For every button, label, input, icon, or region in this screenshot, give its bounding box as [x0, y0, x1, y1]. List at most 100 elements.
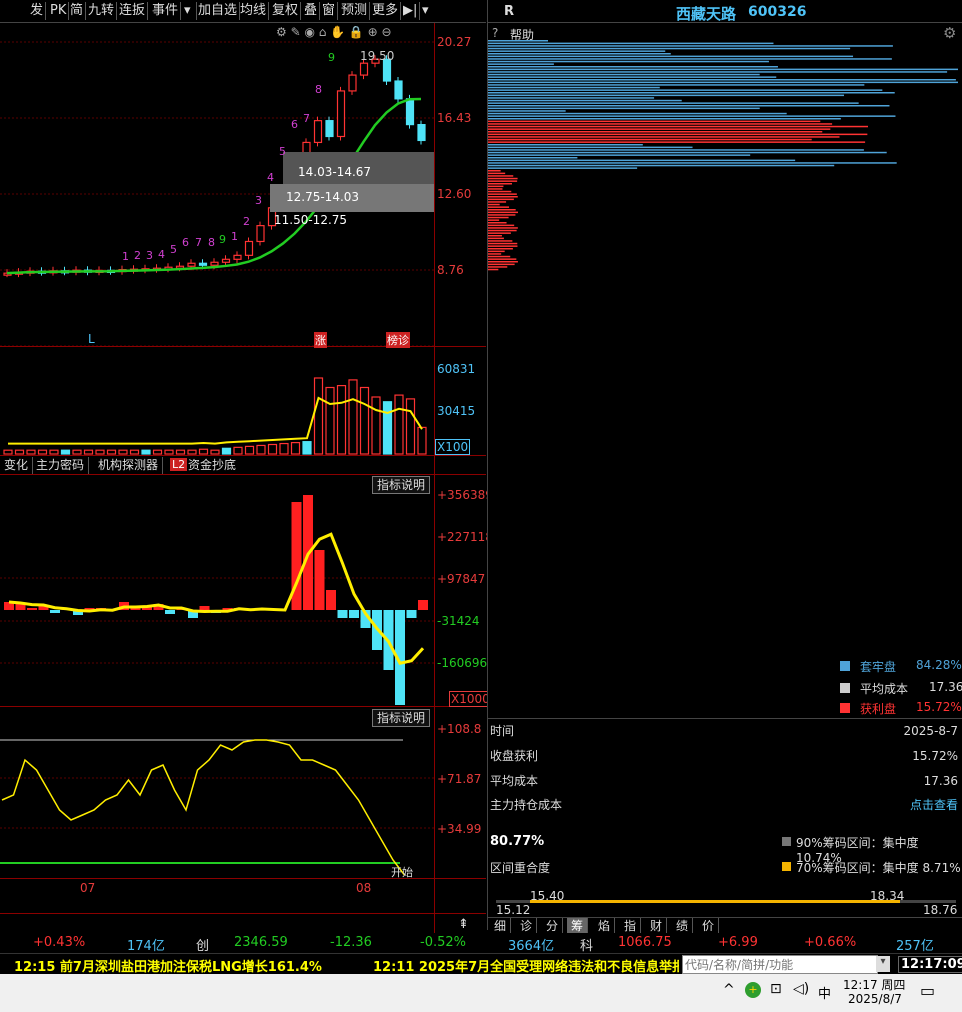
tab-ji[interactable]: 绩	[672, 918, 694, 934]
chip-bar	[488, 92, 895, 94]
tool-shijian[interactable]: 事件	[150, 2, 182, 20]
panel-separator	[0, 474, 486, 475]
main-y-label: 12.60	[437, 187, 472, 201]
volume-icon[interactable]: ◁)	[793, 981, 809, 997]
chip-bar	[488, 258, 517, 260]
volume-bar	[83, 449, 94, 455]
tool-ma[interactable]: 均线	[238, 2, 270, 20]
legend-value: 15.72%	[916, 700, 962, 714]
seq-label: 3	[146, 249, 153, 262]
stock-code: 600326	[748, 4, 807, 20]
chart-tool-icons[interactable]: ⚙ ✎ ◉ ⌂ ✋ 🔒 ⊕ ⊖	[276, 25, 392, 39]
notification-icon[interactable]: ▭	[920, 981, 935, 1000]
explain-button[interactable]: 指标说明	[372, 709, 431, 727]
view-main-cost-link[interactable]: 点击查看	[910, 795, 958, 815]
expand-icon[interactable]: ▶|	[401, 2, 421, 20]
search-input[interactable]	[682, 955, 878, 974]
chip-bar	[488, 97, 655, 99]
tab-bianhua[interactable]: 变化	[0, 457, 34, 474]
chip-bar	[488, 159, 796, 162]
tool-jian[interactable]: 简	[68, 2, 87, 20]
chip-bar	[488, 86, 660, 89]
seq-label: 3	[255, 194, 262, 207]
tab-zhi[interactable]: 指	[620, 918, 642, 934]
chip-bar	[488, 133, 868, 136]
tool-overlay[interactable]: 叠	[302, 2, 321, 20]
marker-bangzhen[interactable]: 榜诊	[386, 332, 410, 348]
news-item[interactable]: 12:11 2025年7月全国受理网络违法和不良信息举报1	[373, 956, 679, 975]
x-label: 07	[80, 881, 96, 895]
candle	[244, 240, 254, 256]
fund-bar	[406, 610, 417, 618]
chip-bar	[488, 149, 864, 151]
app-tray-icon[interactable]: +	[745, 982, 761, 998]
tool-forecast[interactable]: 预测	[339, 2, 371, 20]
fund-bar	[326, 590, 336, 610]
chevron-down-icon[interactable]: ▾	[182, 2, 197, 20]
tab-xi[interactable]: 细	[490, 918, 512, 934]
windows-taskbar: ^ + ⊡ ◁) 中 12:17 周四 2025/8/7 ▭	[0, 974, 962, 1012]
news-item[interactable]: 12:15 前7月深圳盐田港加注保税LNG增长161.4%	[14, 956, 322, 975]
tab-fen[interactable]: 分	[542, 918, 564, 934]
tool-add-watchlist[interactable]: 加自选	[196, 2, 241, 20]
scroll-top-icon[interactable]: ⇞	[458, 917, 469, 932]
taskbar-date[interactable]: 2025/8/7	[848, 992, 902, 1006]
index-status-bar: +0.43% 174亿 创 2346.59 -12.36 -0.52% 3664…	[0, 933, 962, 954]
chip-bar	[488, 128, 831, 130]
info-row: 平均成本 17.36	[490, 774, 958, 788]
volume-bar	[72, 449, 82, 455]
chip-bar	[488, 42, 774, 45]
help-icon[interactable]: ?	[492, 26, 498, 40]
chip-bar	[488, 71, 948, 73]
chevron-down-icon[interactable]: ▾	[420, 2, 431, 20]
tab-zhen[interactable]: 诊	[516, 918, 538, 934]
tab-zhuli-mima[interactable]: 主力密码	[32, 457, 90, 474]
volume-bar	[49, 449, 59, 455]
explain-button[interactable]: 指标说明	[372, 476, 431, 494]
chevron-up-icon[interactable]: ^	[723, 982, 735, 998]
tool-adjust[interactable]: 复权	[270, 2, 302, 20]
tab-jigou[interactable]: 机构探测器	[94, 457, 164, 474]
stock-name: 西藏天路	[676, 5, 737, 23]
tool-more[interactable]: 更多	[370, 2, 402, 20]
seq-label: 1	[231, 230, 238, 243]
chip-bar	[488, 45, 893, 47]
chip-bar	[488, 261, 518, 263]
seq-label: 5	[279, 145, 286, 158]
tab-yan[interactable]: 焰	[594, 918, 616, 934]
network-icon[interactable]: ⊡	[770, 981, 782, 997]
ime-indicator[interactable]: 中	[818, 983, 831, 1002]
chip-bar	[488, 172, 506, 175]
chip-bar	[488, 245, 518, 247]
chip-bar	[488, 73, 760, 76]
y-axis-line	[434, 23, 435, 933]
chip-bar	[488, 144, 643, 146]
chip-bar	[488, 110, 566, 112]
chip-bar	[488, 248, 513, 250]
chip-bar	[488, 66, 778, 68]
tool-lianban[interactable]: 连扳	[117, 2, 149, 20]
peak-price-label: 19.50	[360, 49, 395, 63]
volume-bar	[233, 446, 243, 455]
tab-cai[interactable]: 财	[646, 918, 668, 934]
tool-jiuzhuan[interactable]: 九转	[86, 2, 118, 20]
chevron-down-icon[interactable]: ▾	[876, 956, 890, 972]
chip-bar	[488, 76, 777, 78]
chip-bar	[488, 162, 897, 164]
volume-bar	[279, 442, 289, 455]
tool-fa[interactable]: 发	[28, 2, 47, 20]
tool-pk[interactable]: PK	[48, 2, 70, 20]
chip-bar	[488, 190, 512, 193]
swatch-90	[782, 837, 791, 846]
fund-bar	[199, 606, 210, 610]
chip-bar	[488, 193, 517, 195]
tool-window[interactable]: 窗	[320, 2, 339, 20]
tab-zijin-chaodi[interactable]: 资金抄底	[184, 457, 240, 474]
legend-value: 84.28%	[916, 658, 962, 672]
tab-chou[interactable]: 筹	[567, 918, 589, 934]
tab-jia[interactable]: 价	[698, 918, 720, 934]
marker-zhang[interactable]: 涨	[314, 332, 327, 348]
taskbar-time[interactable]: 12:17 周四	[843, 976, 905, 993]
range70-label: 70%筹码区间：集中度 8.71%	[796, 861, 961, 875]
chip-bar	[488, 157, 578, 159]
